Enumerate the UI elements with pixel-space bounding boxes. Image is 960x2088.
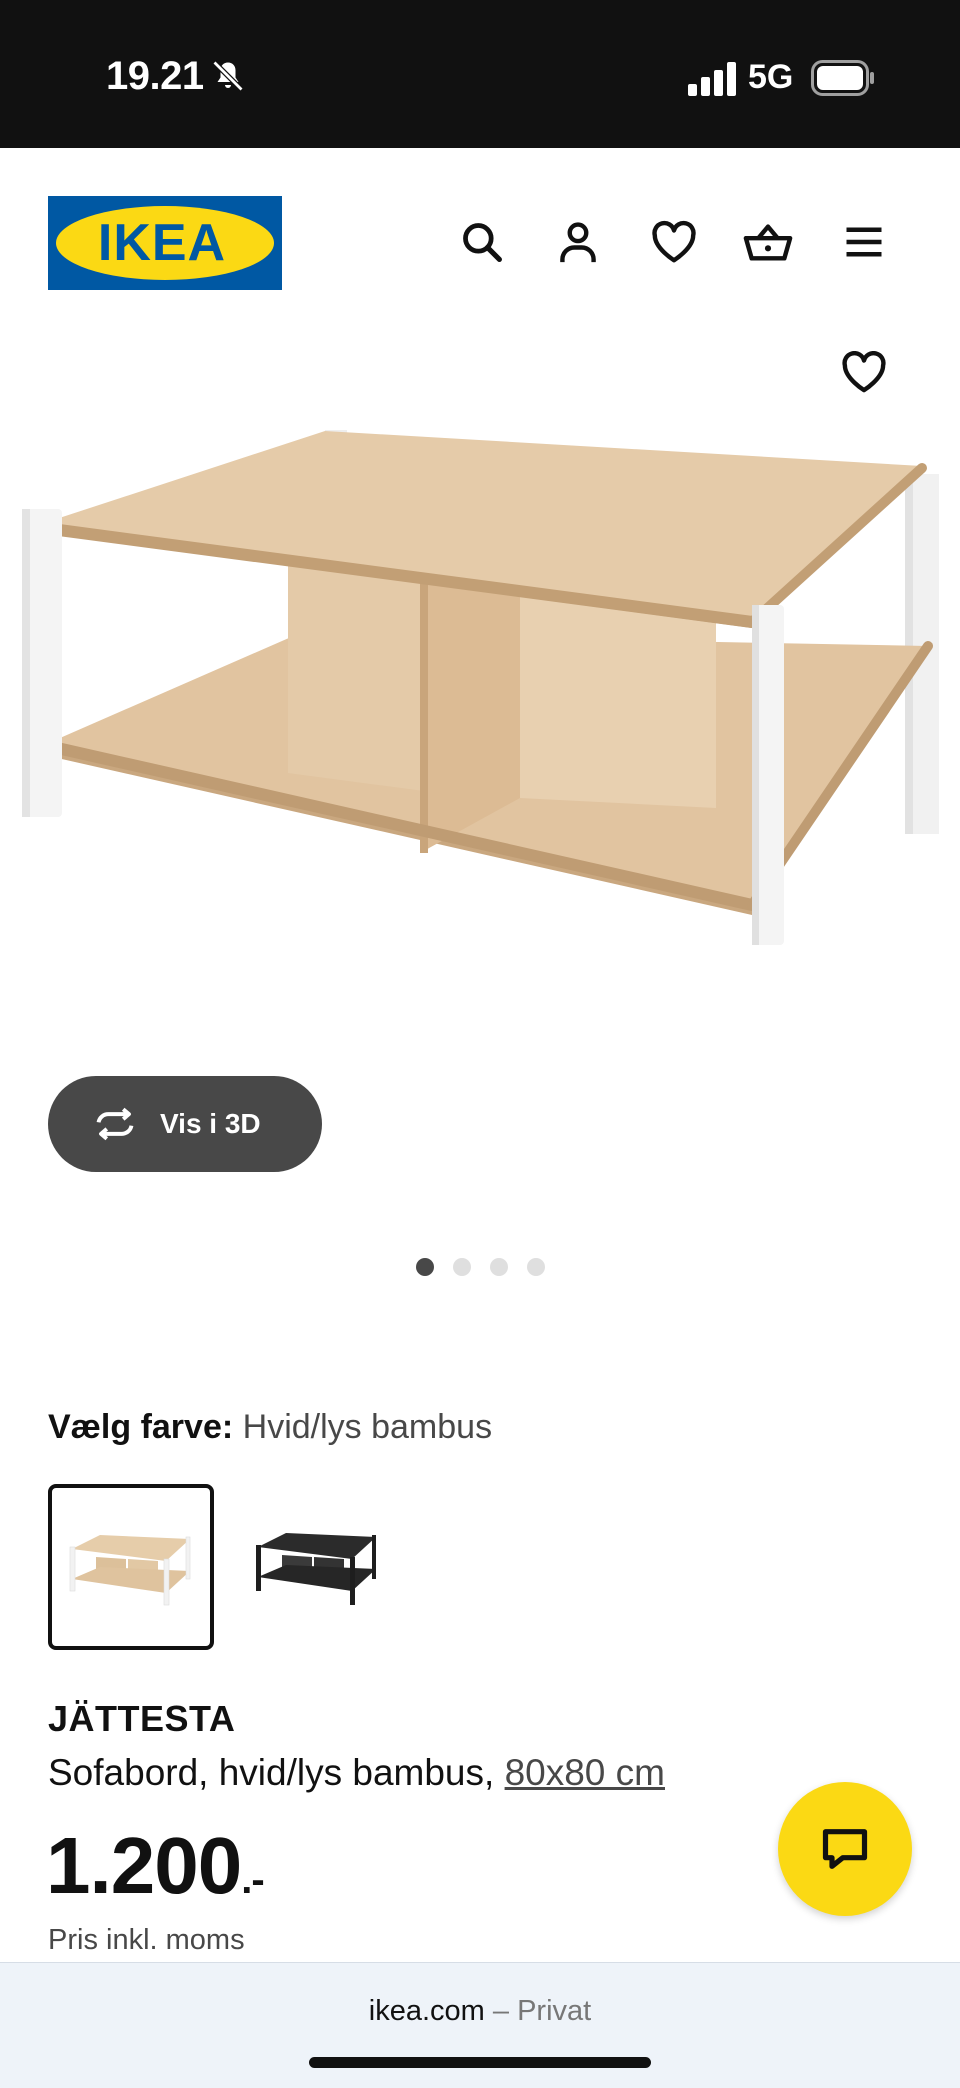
gallery-dot[interactable] <box>526 1258 545 1276</box>
product-description-text: Sofabord, hvid/lys bambus, <box>48 1752 495 1793</box>
menu-icon[interactable] <box>838 216 890 268</box>
site-header: IKEA <box>0 148 960 308</box>
browsing-mode: Privat <box>517 1995 592 2027</box>
product-size-link[interactable]: 80x80 cm <box>505 1752 665 1793</box>
swatch-white-bamboo-image <box>69 1535 191 1606</box>
vat-note: Pris inkl. moms <box>48 1924 245 1956</box>
gallery-dot[interactable] <box>452 1258 471 1276</box>
product-image <box>22 430 939 945</box>
url-separator: – <box>492 1995 510 2027</box>
ikea-logo[interactable]: IKEA <box>48 196 282 290</box>
home-indicator[interactable] <box>309 2057 651 2068</box>
swatch-black-image <box>256 1533 376 1605</box>
logo-mark: IKEA <box>48 196 282 290</box>
product-description: Sofabord, hvid/lys bambus, 80x80 cm <box>48 1752 665 1794</box>
network-label: 5G <box>748 58 794 96</box>
bell-muted-icon <box>212 60 244 92</box>
swatch-white-bamboo[interactable] <box>48 1484 214 1650</box>
basket-icon[interactable] <box>742 216 794 268</box>
gallery-pagination[interactable] <box>0 1258 960 1276</box>
browser-url[interactable]: ikea.com – Privat <box>0 1995 960 2028</box>
product-name: JÄTTESTA <box>48 1698 236 1739</box>
color-value: Hvid/lys bambus <box>242 1408 493 1446</box>
favourites-icon[interactable] <box>648 216 700 268</box>
product-price: 1.200.- <box>46 1820 265 1912</box>
gallery-dot[interactable] <box>489 1258 508 1276</box>
status-bar: 19.21 5G <box>0 0 960 148</box>
account-icon[interactable] <box>552 216 604 268</box>
add-to-favourites-heart-icon[interactable] <box>836 344 892 400</box>
logo-text: IKEA <box>98 214 226 272</box>
url-domain: ikea.com <box>368 1995 485 2027</box>
view-in-3d-label: Vis i 3D <box>160 1108 261 1139</box>
product-gallery[interactable]: Vis i 3D <box>0 308 960 1308</box>
price-suffix: .- <box>241 1858 264 1902</box>
status-time: 19.21 <box>106 54 204 98</box>
chat-button[interactable] <box>778 1782 912 1916</box>
browser-address-bar[interactable]: ikea.com – Privat <box>0 1962 960 2088</box>
color-swatches <box>48 1484 400 1650</box>
color-label: Vælg farve: <box>48 1408 234 1446</box>
view-in-3d-button[interactable]: Vis i 3D <box>48 1076 322 1172</box>
gallery-dot[interactable] <box>415 1258 434 1276</box>
rotate-3d-icon <box>96 1107 134 1141</box>
battery-icon <box>811 60 874 96</box>
chat-bubble-icon <box>822 1829 868 1869</box>
search-icon[interactable] <box>456 216 508 268</box>
signal-icon <box>688 62 736 96</box>
price-value: 1.200 <box>46 1821 242 1910</box>
color-selection: Vælg farve: Hvid/lys bambus <box>48 1408 492 1447</box>
swatch-black[interactable] <box>234 1484 400 1650</box>
